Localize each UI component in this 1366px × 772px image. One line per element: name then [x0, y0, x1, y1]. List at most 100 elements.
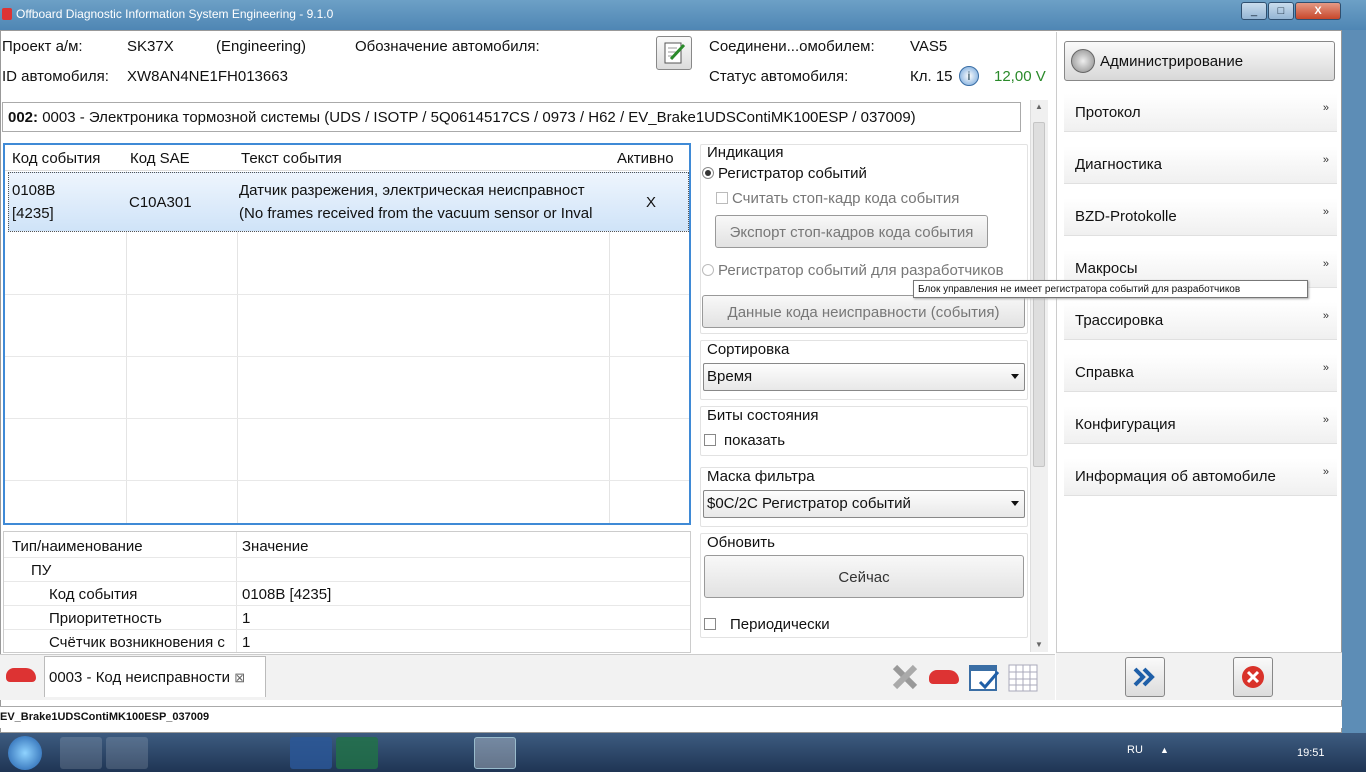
sidebar-item-configuration[interactable]: Конфигурация » [1064, 406, 1337, 444]
close-window-button[interactable]: X [1295, 2, 1341, 20]
save-icon[interactable] [244, 737, 286, 769]
scroll-down-icon[interactable]: ▼ [1035, 640, 1043, 649]
administration-button[interactable]: Администрирование [1064, 41, 1335, 81]
row-divider [4, 605, 690, 606]
dev-recorder-radio[interactable]: Регистратор событий для разработчиков [702, 262, 1004, 279]
filter-select[interactable]: $0C/2C Регистратор событий [703, 490, 1025, 518]
event-code-decimal: [4235] [12, 205, 54, 222]
excel-icon[interactable] [336, 737, 378, 769]
sidebar-item-label: Конфигурация [1075, 416, 1176, 433]
column-header-code[interactable]: Код события [12, 150, 100, 167]
column-header-active[interactable]: Активно [617, 150, 674, 167]
clock[interactable]: 19:51 [1297, 747, 1325, 759]
details-row-value: 1 [242, 610, 251, 627]
chevron-down-icon: » [1322, 102, 1329, 114]
checkbox-icon [704, 434, 716, 446]
minimize-button[interactable]: _ [1241, 2, 1267, 20]
dropdown-arrow-icon [1011, 374, 1019, 379]
chevron-down-icon: » [1322, 466, 1329, 478]
details-header-value[interactable]: Значение [242, 538, 309, 555]
word-icon[interactable] [290, 737, 332, 769]
export-freeze-frames-button[interactable]: Экспорт стоп-кадров кода события [715, 215, 988, 248]
grid-icon[interactable] [1007, 663, 1039, 693]
column-header-text[interactable]: Текст события [241, 150, 342, 167]
media-player-icon[interactable] [152, 737, 194, 769]
details-row-value: 1 [242, 634, 251, 651]
ie-icon[interactable] [60, 737, 102, 769]
table-header: Код события Код SAE Текст события Активн… [5, 145, 689, 171]
row-divider [5, 356, 689, 357]
edit-pencil-icon [664, 42, 686, 64]
edit-button[interactable] [656, 36, 692, 70]
event-code: 0108B [12, 182, 56, 199]
project-mode: (Engineering) [216, 38, 307, 55]
tab-fault-codes[interactable]: 0003 - Код неисправности ⊠ [44, 656, 266, 697]
table-row[interactable]: 0108B [4235] C10A301 Датчик разрежения, … [8, 172, 689, 232]
sidebar-item-tracing[interactable]: Трассировка » [1064, 302, 1337, 340]
sidebar-item-label: Протокол [1075, 104, 1141, 121]
sort-select[interactable]: Время [703, 363, 1025, 391]
read-freeze-frame-checkbox[interactable]: Считать стоп-кадр кода события [716, 190, 959, 207]
sidebar-item-label: Макросы [1075, 260, 1138, 277]
tab-close-icon[interactable]: ⊠ [234, 670, 245, 685]
project-label: Проект а/м: [2, 38, 83, 55]
maximize-button[interactable]: □ [1268, 2, 1294, 20]
event-table[interactable]: Код события Код SAE Текст события Активн… [3, 143, 691, 525]
show-status-bits-checkbox[interactable]: показать [704, 432, 785, 449]
sort-selected-value: Время [707, 368, 753, 385]
periodic-checkbox[interactable]: Периодически [704, 616, 830, 633]
column-header-sae[interactable]: Код SAE [130, 150, 190, 167]
pdf-icon[interactable] [198, 737, 240, 769]
sidebar-footer [1056, 652, 1342, 700]
row-divider [5, 480, 689, 481]
chevron-down-icon: » [1322, 310, 1329, 322]
details-group-ecu[interactable]: ПУ [31, 562, 51, 579]
title-bar: Offboard Diagnostic Information System E… [0, 0, 1366, 30]
sidebar-item-protocol[interactable]: Протокол » [1064, 94, 1337, 132]
sidebar-item-vehicle-info[interactable]: Информация об автомобиле » [1064, 458, 1337, 496]
details-table[interactable]: Тип/наименование Значение ПУ Код события… [3, 531, 691, 653]
checkbox-icon [716, 192, 728, 204]
show-status-bits-label: показать [724, 432, 786, 449]
language-indicator[interactable]: RU [1127, 744, 1143, 756]
dev-recorder-label: Регистратор событий для разработчиков [718, 262, 1004, 279]
status-bar: EV_Brake1UDSContiMK100ESP_037009 [0, 706, 1342, 728]
scroll-up-icon[interactable]: ▲ [1035, 102, 1043, 111]
event-recorder-radio[interactable]: Регистратор событий [702, 165, 867, 182]
double-arrow-right-icon [1133, 667, 1155, 687]
details-row-name: Код события [49, 586, 138, 603]
refresh-title: Обновить [707, 534, 775, 551]
radio-unselected-icon [702, 264, 714, 276]
forward-button[interactable] [1125, 657, 1165, 697]
filter-title: Маска фильтра [707, 468, 815, 485]
window-title: Offboard Diagnostic Information System E… [16, 7, 334, 21]
sidebar-item-diagnostics[interactable]: Диагностика » [1064, 146, 1337, 184]
status-label: Статус автомобиля: [709, 68, 849, 85]
calendar-check-icon[interactable] [968, 662, 1000, 694]
teamviewer-icon[interactable] [428, 737, 470, 769]
sidebar-item-bzd-protokolle[interactable]: BZD-Protokolle » [1064, 198, 1337, 236]
info-icon[interactable]: i [959, 66, 979, 86]
sidebar-item-label: Диагностика [1075, 156, 1162, 173]
cancel-button[interactable] [1233, 657, 1273, 697]
folder-icon[interactable] [106, 737, 148, 769]
details-header-name[interactable]: Тип/наименование [12, 538, 143, 555]
details-row-name: Счётчик возникновения с [49, 634, 225, 651]
row-divider [5, 294, 689, 295]
tray-expand-icon[interactable]: ▲ [1160, 745, 1169, 755]
start-button[interactable] [8, 736, 42, 770]
project-value: SK37X [127, 38, 174, 55]
sort-title: Сортировка [707, 341, 790, 358]
odis-taskbar-icon[interactable] [474, 737, 516, 769]
chrome-icon[interactable] [382, 737, 424, 769]
periodic-label: Периодически [730, 616, 830, 633]
sidebar-item-help[interactable]: Справка » [1064, 354, 1337, 392]
fault-data-button[interactable]: Данные кода неисправности (события) [702, 295, 1025, 328]
dropdown-arrow-icon [1011, 501, 1019, 506]
car-icon[interactable] [929, 670, 959, 684]
car-icon[interactable] [6, 668, 36, 682]
clear-x-icon[interactable] [890, 662, 920, 692]
ecu-description: 0003 - Электроника тормозной системы (UD… [42, 109, 916, 126]
refresh-now-button[interactable]: Сейчас [704, 555, 1024, 598]
sidebar-item-label: Справка [1075, 364, 1134, 381]
